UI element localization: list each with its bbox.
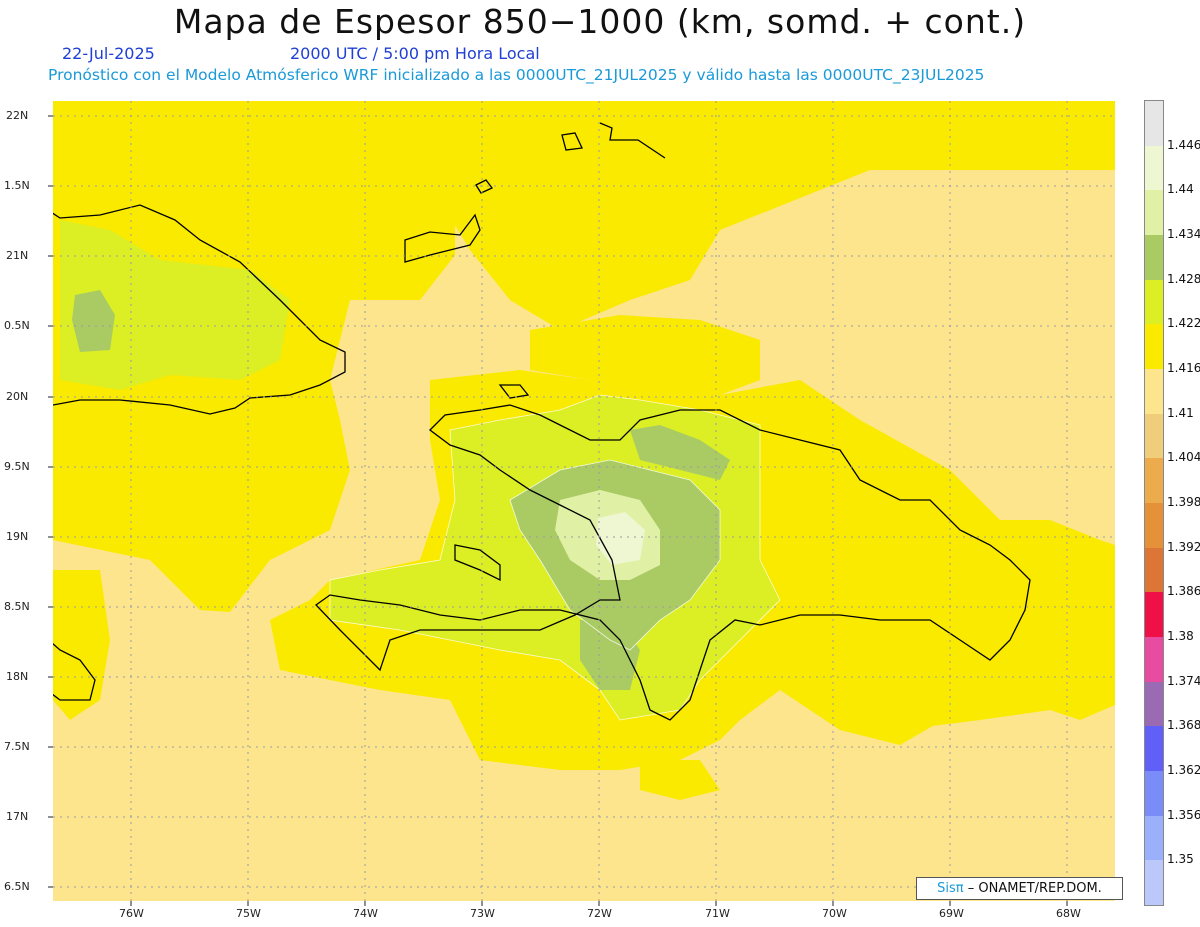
lon-label-7: 69W [939, 907, 964, 920]
colorbar-segment [1145, 771, 1163, 816]
lon-label-5: 71W [705, 907, 730, 920]
colorbar-label: 1.44 [1167, 182, 1194, 197]
lat-label-0: 22N [6, 109, 29, 122]
colorbar-label: 1.428 [1167, 271, 1200, 286]
lon-label-8: 68W [1056, 907, 1081, 920]
colorbar-label: 1.374 [1167, 673, 1200, 688]
colorbar-segment [1145, 324, 1163, 370]
lon-label-1: 75W [236, 907, 261, 920]
lon-label-0: 76W [119, 907, 144, 920]
lat-label-2: 21N [6, 249, 29, 262]
colorbar-label: 1.446 [1167, 137, 1200, 152]
colorbar-label: 1.398 [1167, 495, 1200, 509]
colorbar-segment [1145, 413, 1163, 459]
colorbar-label: 1.404 [1167, 450, 1200, 465]
thickness-map [48, 101, 1115, 906]
lat-label-6: 19N [6, 530, 29, 543]
lat-label-8: 18N [6, 670, 29, 683]
colorbar-segment [1145, 101, 1163, 146]
lon-label-3: 73W [470, 907, 495, 920]
colorbar-label: 1.41 [1167, 405, 1194, 420]
colorbar-segment [1145, 145, 1163, 191]
colorbar-label: 1.38 [1167, 629, 1194, 643]
colorbar-label: 1.416 [1167, 361, 1200, 375]
lat-label-1: 1.5N [4, 179, 30, 192]
lon-label-4: 72W [587, 907, 612, 920]
lat-label-4: 20N [6, 390, 29, 403]
colorbar-label: 1.386 [1167, 584, 1200, 599]
lat-label-11: 6.5N [4, 880, 30, 893]
colorbar-segment [1145, 637, 1163, 682]
lon-label-2: 74W [353, 907, 378, 920]
colorbar-label: 1.392 [1167, 539, 1200, 554]
colorbar-segment [1145, 592, 1163, 638]
colorbar-label: 1.356 [1167, 807, 1200, 822]
colorbar-segment [1145, 815, 1163, 861]
lat-label-9: 7.5N [4, 740, 30, 753]
colorbar-segment [1145, 726, 1163, 772]
colorbar [1144, 100, 1164, 906]
colorbar-segment [1145, 547, 1163, 593]
credit-brand: Sisπ [937, 881, 964, 896]
colorbar-label: 1.368 [1167, 718, 1200, 733]
lat-label-3: 0.5N [4, 319, 30, 332]
colorbar-segment [1145, 503, 1163, 548]
lat-label-5: 9.5N [4, 460, 30, 473]
colorbar-segment [1145, 235, 1163, 280]
colorbar-segment [1145, 279, 1163, 325]
colorbar-label: 1.362 [1167, 763, 1200, 777]
colorbar-segment [1145, 860, 1163, 906]
colorbar-label: 1.434 [1167, 227, 1200, 241]
colorbar-label: 1.35 [1167, 852, 1194, 867]
lat-label-10: 17N [6, 810, 29, 823]
map-plot-area [53, 101, 1115, 901]
colorbar-segment [1145, 369, 1163, 414]
credit-box: Sisπ – ONAMET/REP.DOM. [916, 877, 1123, 900]
lat-label-7: 8.5N [4, 600, 30, 613]
colorbar-segment [1145, 458, 1163, 504]
credit-text: – ONAMET/REP.DOM. [967, 881, 1102, 896]
lon-label-6: 70W [822, 907, 847, 920]
colorbar-segment [1145, 190, 1163, 236]
colorbar-segment [1145, 681, 1163, 727]
colorbar-label: 1.422 [1167, 316, 1200, 331]
